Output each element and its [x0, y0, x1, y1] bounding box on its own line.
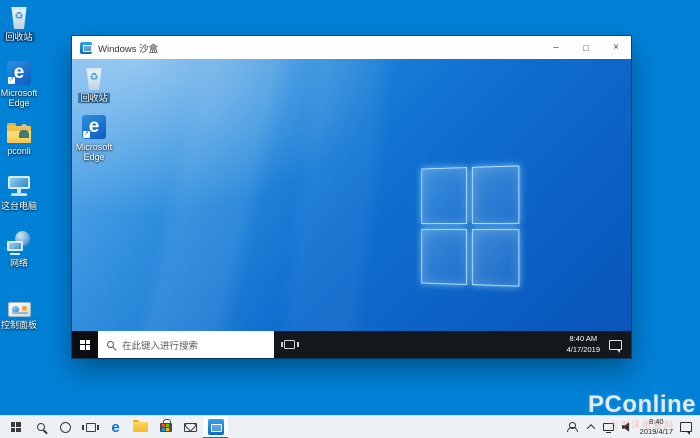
watermark-text: PConline: [588, 393, 696, 417]
icon-label: 网络: [0, 258, 47, 268]
close-button[interactable]: ×: [601, 36, 631, 59]
minimize-button[interactable]: –: [541, 36, 571, 59]
sandbox-desktop: 回收站 ↗ Microsoft Edge: [72, 59, 631, 331]
sandbox-icon-recycle-bin[interactable]: 回收站: [72, 63, 122, 103]
windows-sandbox-icon: [208, 419, 224, 435]
sandbox-icon-edge[interactable]: ↗ Microsoft Edge: [72, 112, 122, 163]
icon-label: 这台电脑: [0, 201, 47, 211]
start-button[interactable]: [3, 416, 28, 438]
store-icon: [160, 423, 172, 432]
volume-icon: [622, 422, 632, 432]
people-icon: [567, 422, 579, 432]
mail-button[interactable]: [178, 416, 203, 438]
cortana-icon: [60, 422, 71, 433]
host-clock[interactable]: 8:40 2019/4/17: [636, 417, 677, 437]
desktop-icon-edge[interactable]: ↗ Microsoft Edge: [0, 59, 47, 109]
task-view-icon: [86, 423, 96, 432]
windows-start-icon: [80, 340, 90, 350]
network-icon: [7, 231, 31, 255]
mail-icon: [184, 423, 197, 432]
task-view-button[interactable]: [78, 416, 103, 438]
desktop-icon-this-pc[interactable]: 这台电脑: [0, 172, 47, 211]
control-panel-icon: [8, 302, 31, 317]
window-title: Windows 沙盒: [98, 41, 158, 55]
recycle-bin-icon: [10, 7, 28, 29]
windows-start-icon: [11, 422, 21, 432]
icon-label: pconli: [0, 146, 47, 156]
edge-icon: ↗: [82, 115, 106, 139]
chevron-up-icon: [586, 424, 594, 432]
tray-overflow-button[interactable]: [582, 416, 600, 438]
this-pc-icon: [7, 174, 31, 198]
file-explorer-button[interactable]: [128, 416, 153, 438]
file-explorer-icon: [133, 422, 148, 432]
shortcut-arrow-icon: ↗: [83, 131, 90, 138]
windows-logo-wallpaper: [421, 165, 519, 286]
network-icon: [603, 423, 614, 431]
edge-icon: ↗: [7, 61, 31, 85]
action-center-button[interactable]: [677, 416, 695, 438]
desktop-icon-recycle-bin[interactable]: 回收站: [0, 3, 47, 42]
task-view-icon[interactable]: [284, 340, 295, 349]
cortana-button[interactable]: [53, 416, 78, 438]
desktop-icon-control-panel[interactable]: 控制面板: [0, 291, 47, 330]
recycle-bin-icon: [85, 68, 103, 90]
search-icon: [37, 423, 45, 431]
icon-label: Microsoft Edge: [0, 88, 47, 109]
search-icon: [107, 341, 114, 348]
sandbox-taskbar: 在此键入进行搜索 8:40 AM 4/17/2019: [72, 331, 631, 358]
user-folder-icon: [7, 126, 31, 143]
volume-tray-button[interactable]: [618, 416, 636, 438]
icon-label: Microsoft Edge: [72, 142, 122, 163]
people-tray-button[interactable]: [564, 416, 582, 438]
sandbox-titlebar[interactable]: Windows 沙盒 – □ ×: [72, 36, 631, 59]
edge-icon: e: [111, 420, 119, 435]
icon-label: 回收站: [0, 32, 47, 42]
network-tray-button[interactable]: [600, 416, 618, 438]
desktop-icon-user-folder[interactable]: pconli: [0, 117, 47, 156]
icon-label: 控制面板: [0, 320, 47, 330]
maximize-button[interactable]: □: [571, 36, 601, 59]
sandbox-app-icon: [80, 42, 92, 54]
sandbox-taskbar-button[interactable]: [203, 416, 228, 438]
host-taskbar: e 8:40 2019/4/17: [0, 415, 700, 438]
sandbox-clock[interactable]: 8:40 AM 4/17/2019: [567, 334, 600, 354]
action-center-icon: [680, 422, 692, 432]
system-tray: 8:40 2019/4/17: [564, 416, 700, 438]
action-center-icon[interactable]: [609, 340, 622, 350]
sandbox-start-button[interactable]: [72, 331, 98, 358]
store-button[interactable]: [153, 416, 178, 438]
icon-label: 回收站: [72, 93, 122, 103]
search-button[interactable]: [28, 416, 53, 438]
edge-taskbar-button[interactable]: e: [103, 416, 128, 438]
sandbox-window: Windows 沙盒 – □ × 回收站 ↗ Microsoft Edge: [72, 36, 631, 358]
shortcut-arrow-icon: ↗: [8, 77, 15, 84]
desktop-icon-network[interactable]: 网络: [0, 229, 47, 268]
sandbox-search-box[interactable]: 在此键入进行搜索: [98, 331, 274, 358]
search-placeholder: 在此键入进行搜索: [122, 338, 198, 352]
